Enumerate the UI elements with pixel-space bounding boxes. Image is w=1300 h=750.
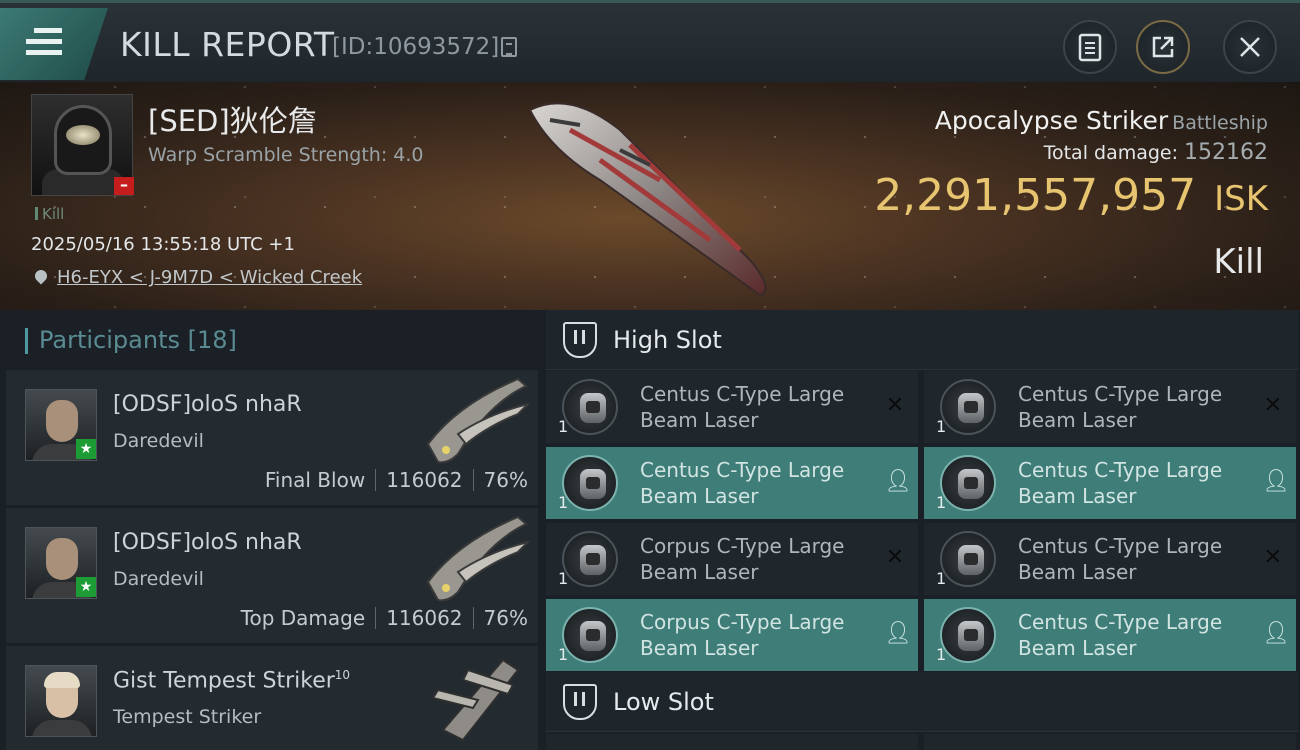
star-badge-icon: ★ — [76, 577, 96, 597]
module-item[interactable]: 1 Centus C-Type Large Beam Laser ✕ — [924, 523, 1296, 595]
low-slot-header: Low Slot — [546, 672, 1298, 732]
module-item[interactable]: 1 Corpus C-Type Large Beam Laser 👤︎ — [546, 599, 918, 671]
module-item[interactable]: 1 Corpus C-Type Large Beam Laser ✕ — [546, 523, 918, 595]
module-item[interactable] — [924, 734, 1296, 750]
module-name: Centus C-Type Large Beam Laser — [1018, 458, 1223, 508]
kill-summary-banner: – [SED]狄伦詹 Warp Scramble Strength: 4.0 K… — [0, 82, 1300, 310]
hamburger-icon — [26, 28, 62, 61]
high-slot-icon — [563, 322, 597, 358]
share-icon — [1152, 36, 1174, 58]
module-name: Corpus C-Type Large Beam Laser — [640, 610, 845, 660]
module-quantity: 1 — [558, 645, 569, 664]
module-item[interactable]: 1 Centus C-Type Large Beam Laser 👤︎ — [924, 447, 1296, 519]
dropped-person-icon: 👤︎ — [1262, 621, 1290, 646]
kill-id: [ID:10693572] — [332, 34, 500, 60]
beam-laser-icon — [562, 531, 618, 587]
close-icon — [1240, 37, 1260, 57]
kill-datetime: 2025/05/16 13:55:18 UTC +1 — [31, 234, 295, 255]
menu-button[interactable] — [0, 8, 108, 80]
participant-card[interactable]: ★ [ODSF]oloS nhaR Daredevil Top Damage 11… — [6, 508, 538, 643]
module-name: Corpus C-Type Large Beam Laser — [640, 534, 845, 584]
participant-stats: Final Blow 116062 76% — [264, 468, 528, 492]
module-quantity: 1 — [558, 493, 569, 512]
high-slot-header: High Slot — [546, 310, 1298, 370]
high-slot-title: High Slot — [613, 326, 722, 354]
low-slot-title: Low Slot — [613, 688, 714, 716]
beam-laser-icon — [562, 379, 618, 435]
module-name: Centus C-Type Large Beam Laser — [640, 458, 845, 508]
star-badge-icon: ★ — [76, 439, 96, 459]
participant-ship: Tempest Striker — [113, 706, 262, 728]
module-name: Centus C-Type Large Beam Laser — [640, 382, 845, 432]
destroyed-x-icon: ✕ — [1263, 545, 1283, 570]
kill-type-tag: Kill — [35, 205, 64, 223]
low-slot-icon — [563, 684, 597, 720]
result-label: Kill — [1213, 242, 1264, 282]
module-quantity: 1 — [936, 417, 947, 436]
module-name: Centus C-Type Large Beam Laser — [1018, 610, 1223, 660]
fitting-panel: High Slot 1 Centus C-Type Large Beam Lase… — [540, 310, 1300, 750]
beam-laser-icon — [562, 455, 618, 511]
close-button[interactable] — [1223, 20, 1277, 74]
avatar[interactable] — [25, 665, 97, 737]
module-quantity: 1 — [936, 569, 947, 588]
victim-ship-name[interactable]: Apocalypse Striker Battleship — [935, 106, 1268, 135]
participants-header: Participants [18] — [25, 326, 237, 354]
destroyed-x-icon: ✕ — [885, 545, 905, 570]
participant-name: [ODSF]oloS nhaR — [113, 530, 302, 555]
module-item[interactable] — [546, 734, 918, 750]
participant-ship-image — [426, 515, 530, 602]
copy-icon[interactable] — [501, 37, 517, 57]
dropped-person-icon: 👤︎ — [1262, 469, 1290, 494]
beam-laser-icon — [940, 455, 996, 511]
participant-name: Gist Tempest Striker10 — [113, 668, 351, 694]
beam-laser-icon — [940, 531, 996, 587]
dropped-person-icon: 👤︎ — [884, 469, 912, 494]
module-quantity: 1 — [558, 417, 569, 436]
top-bar: KILL REPORT [ID:10693572] — [0, 0, 1300, 82]
isk-value: 2,291,557,957 ISK — [874, 170, 1268, 221]
module-item[interactable]: 1 Centus C-Type Large Beam Laser 👤︎ — [546, 447, 918, 519]
destroyed-x-icon: ✕ — [1263, 393, 1283, 418]
participant-card[interactable]: Gist Tempest Striker10 Tempest Striker — [6, 646, 538, 750]
kill-location[interactable]: H6-EYX < J-9M7D < Wicked Creek — [31, 267, 362, 288]
clipboard-button[interactable] — [1063, 20, 1117, 74]
warp-scramble-strength: Warp Scramble Strength: 4.0 — [148, 144, 424, 166]
module-quantity: 1 — [936, 645, 947, 664]
module-quantity: 1 — [558, 569, 569, 588]
participants-panel: Participants [18] ★ [ODSF]oloS nhaR Dare… — [0, 310, 540, 750]
clipboard-icon — [1078, 33, 1102, 62]
total-damage: Total damage: 152162 — [1043, 140, 1268, 165]
participant-ship-image — [426, 377, 530, 464]
participant-card[interactable]: ★ [ODSF]oloS nhaR Daredevil Final Blow 11… — [6, 370, 538, 505]
beam-laser-icon — [940, 379, 996, 435]
share-button[interactable] — [1136, 20, 1190, 74]
module-quantity: 1 — [936, 493, 947, 512]
module-name: Centus C-Type Large Beam Laser — [1018, 534, 1223, 584]
module-name: Centus C-Type Large Beam Laser — [1018, 382, 1223, 432]
module-item[interactable]: 1 Centus C-Type Large Beam Laser 👤︎ — [924, 599, 1296, 671]
destroyed-x-icon: ✕ — [885, 393, 905, 418]
victim-name[interactable]: [SED]狄伦詹 — [148, 98, 317, 140]
participant-ship: Daredevil — [113, 430, 204, 452]
page-title: KILL REPORT — [120, 25, 335, 64]
beam-laser-icon — [562, 607, 618, 663]
beam-laser-icon — [940, 607, 996, 663]
participant-ship-image — [431, 658, 520, 742]
victim-ship-image — [528, 102, 767, 297]
participant-stats: Top Damage 116062 76% — [240, 606, 528, 630]
location-pin-icon — [32, 267, 50, 285]
participant-name: [ODSF]oloS nhaR — [113, 392, 302, 417]
corp-badge-icon: – — [114, 177, 134, 195]
module-item[interactable]: 1 Centus C-Type Large Beam Laser ✕ — [924, 371, 1296, 443]
participant-ship: Daredevil — [113, 568, 204, 590]
module-item[interactable]: 1 Centus C-Type Large Beam Laser ✕ — [546, 371, 918, 443]
dropped-person-icon: 👤︎ — [884, 621, 912, 646]
